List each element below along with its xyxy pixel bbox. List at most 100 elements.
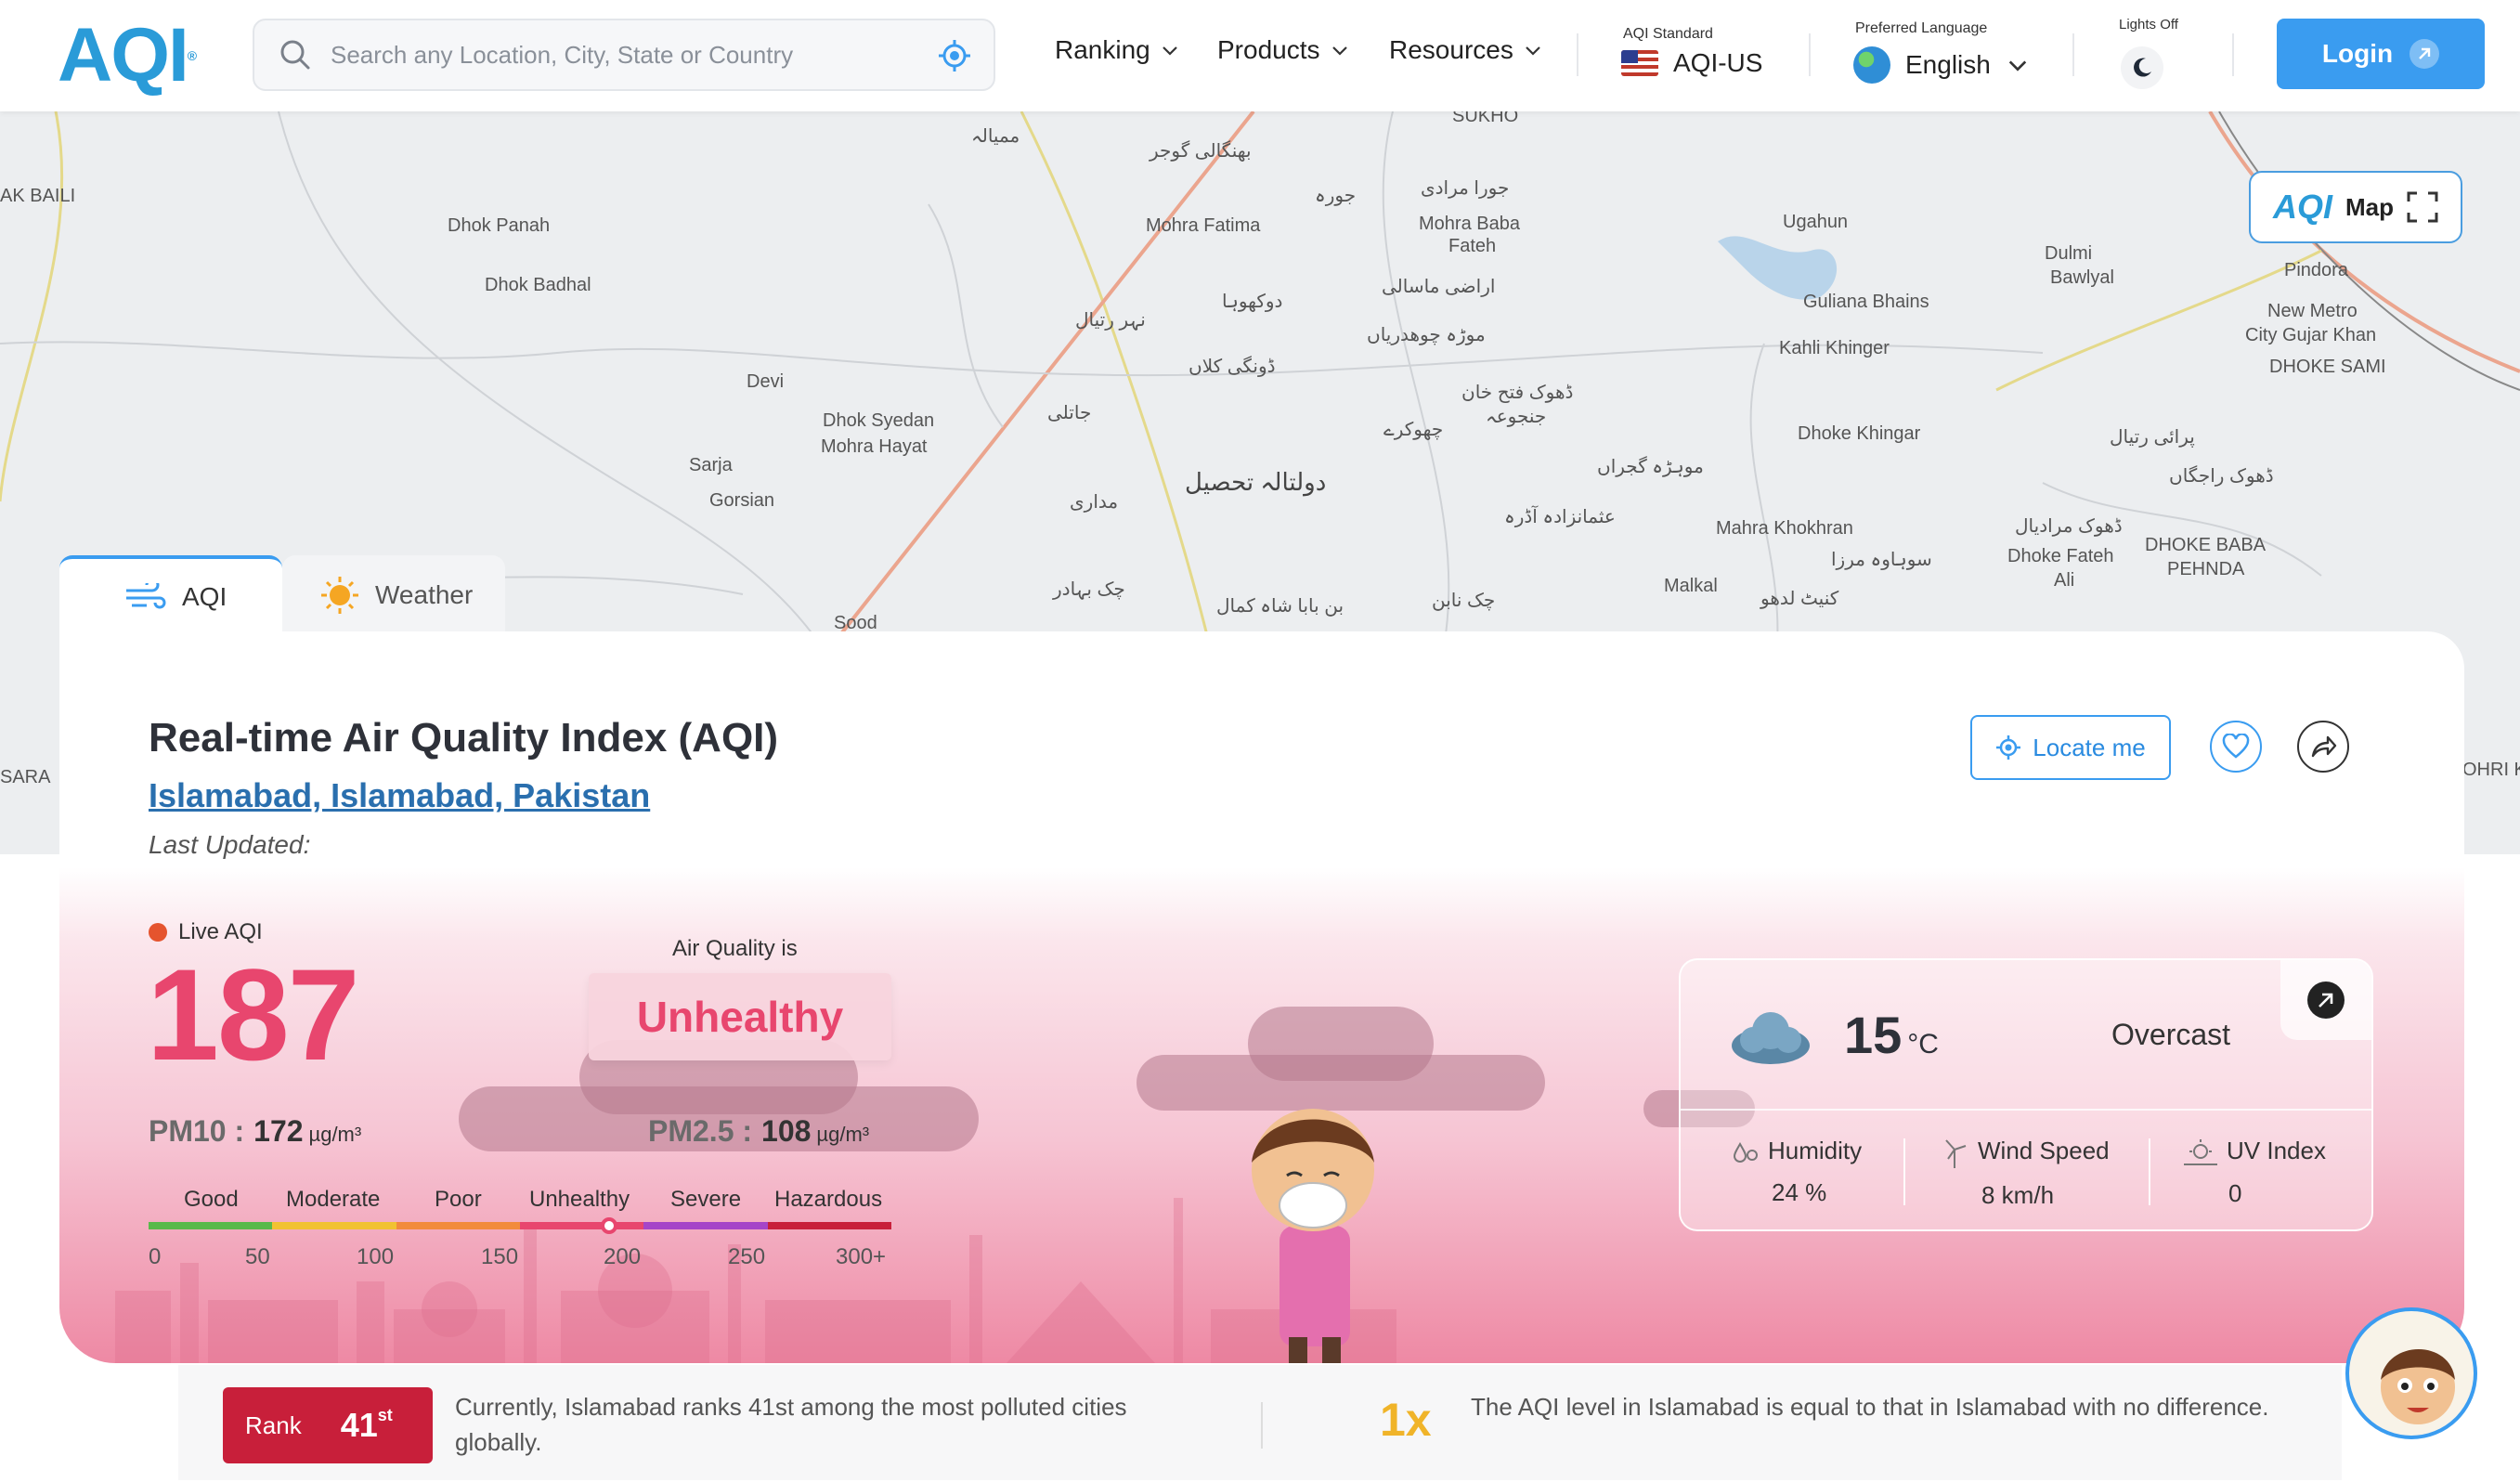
map-place-label: ڈھوک فتح خان: [1461, 383, 1574, 403]
search-icon: [280, 40, 310, 70]
map-place-label: Fateh: [1448, 236, 1497, 256]
cloud-shape: [1248, 1007, 1434, 1081]
nav-products-label: Products: [1217, 35, 1320, 64]
logo-text: AQI: [58, 13, 189, 98]
humidity-icon: [1733, 1142, 1758, 1164]
stat-divider: [2149, 1138, 2150, 1205]
search-input[interactable]: [331, 40, 925, 70]
map-place-label: چک بہادر: [1053, 579, 1125, 600]
map-button-logo: AQI: [2272, 188, 2332, 226]
map-place-label: موہڑہ گجراں: [1597, 457, 1704, 477]
map-place-label: ڈھوک مرادیال: [2015, 516, 2123, 537]
expand-icon: [2407, 191, 2438, 223]
language-selector[interactable]: English: [1853, 46, 2030, 84]
aqi-standard-selector[interactable]: AQI-US: [1621, 48, 1762, 78]
map-place-label: Dulmi: [2045, 243, 2093, 264]
page-title: Real-time Air Quality Index (AQI): [149, 715, 779, 760]
scale-label: Poor: [435, 1187, 482, 1212]
humidity-label: Humidity: [1768, 1137, 1863, 1164]
map-place-label: Pindora: [2284, 260, 2348, 280]
wind-icon: [126, 583, 166, 609]
rank-suffix: st: [377, 1406, 393, 1424]
tab-weather-label: Weather: [375, 580, 474, 609]
share-icon: [2311, 735, 2337, 758]
map-place-label: PEHNDA: [2167, 559, 2245, 579]
scale-number: 200: [604, 1244, 642, 1269]
login-button[interactable]: Login: [2277, 19, 2485, 89]
heart-icon: [2222, 734, 2250, 759]
comparison-description: The AQI level in Islamabad is equal to t…: [1471, 1393, 2269, 1421]
map-place-label: Mohra Hayat: [821, 436, 928, 457]
scale-label: Moderate: [286, 1187, 381, 1212]
favorite-button[interactable]: [2210, 721, 2262, 773]
scale-label: Unhealthy: [529, 1187, 630, 1212]
aqi-card: Real-time Air Quality Index (AQI) Islama…: [59, 631, 2464, 1363]
weather-details-button[interactable]: [2280, 960, 2371, 1040]
map-place-label: کنیٹ لدھو: [1760, 589, 1839, 609]
locate-me-button[interactable]: Locate me: [1970, 715, 2171, 780]
open-map-button[interactable]: AQI Map: [2249, 171, 2462, 243]
map-place-label: New Metro: [2267, 301, 2358, 321]
gps-locate-icon[interactable]: [936, 37, 973, 74]
scale-segment: [643, 1222, 768, 1229]
map-place-label: Mohra Fatima: [1146, 215, 1261, 236]
rank-section: Rank 41st Currently, Islamabad ranks 41s…: [178, 1365, 2342, 1480]
scale-segment: [519, 1222, 644, 1229]
map-place-label: Gorsian: [709, 490, 775, 511]
rank-divider: [1261, 1402, 1263, 1449]
tab-weather[interactable]: Weather: [282, 555, 505, 635]
map-place-label: City Gujar Khan: [2245, 325, 2377, 345]
share-button[interactable]: [2297, 721, 2349, 773]
aqi-logo[interactable]: AQI®: [58, 17, 197, 95]
my-aqi-avatar-button[interactable]: [2345, 1307, 2477, 1439]
weather-summary-card[interactable]: 15 °C Overcast Humidity 24 % Wind Speed 8…: [1679, 958, 2373, 1231]
wind-speed-stat: Wind Speed 8 km/h: [1941, 1137, 2110, 1210]
us-flag-icon: [1621, 50, 1658, 76]
search-bar[interactable]: [253, 19, 995, 91]
weather-top: 15 °C Overcast: [1681, 960, 2371, 1111]
crosshair-icon: [1996, 735, 2021, 760]
map-place-label: Dhoke Fateh: [2007, 546, 2114, 566]
map-place-label: دوکھوہا: [1222, 292, 1283, 312]
map-place-label: عثمانزادہ آڈرہ: [1504, 507, 1616, 527]
map-place-label: DHOKE SAMI: [2269, 357, 2386, 377]
nav-divider: [2072, 33, 2074, 76]
chevron-down-icon: [1162, 46, 1177, 56]
nav-resources-label: Resources: [1389, 35, 1513, 64]
rank-label: Rank: [245, 1410, 302, 1439]
language-value: English: [1905, 50, 1991, 79]
location-link[interactable]: Islamabad, Islamabad, Pakistan: [149, 776, 650, 815]
chevron-down-icon: [1526, 46, 1540, 56]
tab-aqi[interactable]: AQI: [59, 555, 282, 635]
map-place-label: Devi: [747, 371, 785, 392]
aqi-standard-label: AQI Standard: [1623, 26, 1713, 42]
sun-icon: [321, 577, 358, 614]
rank-badge: Rank 41st: [223, 1387, 433, 1463]
scale-number: 100: [357, 1244, 395, 1269]
login-label: Login: [2321, 39, 2394, 68]
map-place-label: OHRI K: [2462, 760, 2520, 780]
pm25-label: PM2.5 :: [648, 1114, 753, 1148]
comparison-multiplier: 1x: [1380, 1394, 1432, 1446]
map-place-label: چھوکرے: [1383, 420, 1444, 440]
pm10-unit: µg/m³: [308, 1123, 362, 1146]
nav-divider: [2232, 33, 2234, 76]
nav-resources[interactable]: Resources: [1389, 35, 1543, 65]
map-place-label: جورا مرادی: [1421, 178, 1510, 199]
humidity-stat: Humidity 24 %: [1733, 1137, 1862, 1207]
cartoon-face-icon: [2381, 1349, 2455, 1424]
last-updated: Last Updated:: [149, 830, 311, 859]
nav-ranking[interactable]: Ranking: [1055, 35, 1180, 65]
nav-products[interactable]: Products: [1217, 35, 1350, 65]
map-place-label: Mahra Khokhran: [1716, 518, 1853, 539]
map-place-label: Dhok Panah: [448, 215, 551, 236]
map-place-label: پرائی رتیال: [2110, 427, 2195, 448]
nav-divider: [1577, 33, 1578, 76]
pm10-reading: PM10 :172 µg/m³: [149, 1114, 361, 1149]
aqi-scale-marker: [601, 1217, 617, 1234]
map-place-label: SARA: [0, 767, 51, 787]
map-place-label: جاتلی: [1047, 403, 1092, 423]
scale-number: 250: [728, 1244, 766, 1269]
dark-mode-toggle[interactable]: [2121, 46, 2163, 89]
map-place-label: چک نابن: [1432, 591, 1496, 611]
